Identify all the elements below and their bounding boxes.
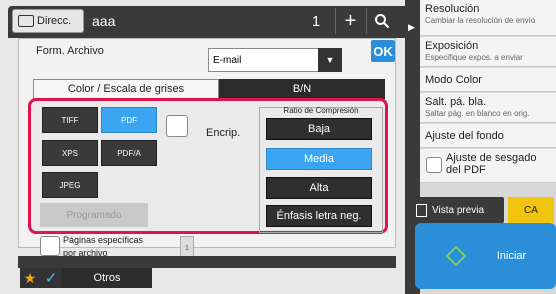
sidebar-item-title: Resolución [425, 3, 480, 15]
sidebar-item-title: Ajuste del fondo [425, 130, 504, 142]
sidebar-item-sesgado[interactable]: Ajuste de sesgado del PDF [420, 149, 556, 183]
direccion-label: Direcc. [37, 15, 72, 27]
sidebar-item-title: Exposición [425, 40, 479, 52]
vista-previa-button[interactable]: Vista previa [410, 197, 504, 223]
sidebar-item-sub: Especifique expos. a enviar [425, 53, 523, 62]
sidebar-item-modo-color[interactable]: Modo Color [420, 68, 556, 92]
sidebar-item-sub: Saltar pág. en blanco en orig. [425, 109, 530, 118]
pages-label-line1: Páginas específicas [63, 235, 144, 245]
compression-baja-button[interactable]: Baja [266, 118, 372, 140]
search-button[interactable] [366, 8, 396, 34]
sidebar-item-exposicion[interactable]: Exposición Especifique expos. a enviar [420, 37, 556, 67]
form-archivo-label: Form. Archivo [36, 45, 104, 57]
sidebar-item-resolucion[interactable]: Resolución Cambiar la resolución de enví… [420, 0, 556, 36]
encrypt-checkbox[interactable] [166, 115, 188, 137]
format-jpeg-button[interactable]: JPEG [42, 172, 98, 198]
programado-button[interactable]: Programado [40, 203, 148, 227]
ok-button[interactable]: OK [371, 40, 395, 62]
compression-media-button[interactable]: Media [266, 148, 372, 170]
vista-previa-label: Vista previa [432, 204, 485, 216]
destination-count: 1 [311, 12, 321, 30]
star-icon[interactable]: ★ [20, 268, 40, 288]
tab-bn[interactable]: B/N [219, 79, 385, 99]
check-icon[interactable]: ✓ [40, 268, 62, 288]
dropdown-arrow-icon[interactable]: ▼ [318, 48, 342, 72]
sidebar-item-title: Salt. pá. bla. [425, 96, 487, 108]
sidebar-item-title: Modo Color [425, 74, 482, 86]
pages-per-file-checkbox[interactable] [40, 236, 60, 256]
format-xps-button[interactable]: XPS [42, 140, 98, 166]
format-tiff-button[interactable]: TIFF [42, 107, 98, 133]
sidebar-item-title: Ajuste de sesgado del PDF [446, 152, 537, 176]
search-icon [374, 14, 389, 29]
sidebar-item-sub: Cambiar la resolución de envío [425, 16, 536, 25]
sidebar-item-salt-pag[interactable]: Salt. pá. bla. Saltar pág. en blanco en … [420, 93, 556, 123]
direccion-button[interactable]: Direcc. [12, 9, 84, 33]
address-book-icon [18, 15, 34, 27]
add-destination-button[interactable]: + [335, 8, 365, 34]
compression-enfasis-button[interactable]: Énfasis letra neg. [266, 205, 372, 227]
sidebar-item-ajuste-fondo[interactable]: Ajuste del fondo [420, 124, 556, 148]
format-pdf-button[interactable]: PDF [101, 107, 157, 133]
format-pdfa-button[interactable]: PDF/A [101, 140, 157, 166]
start-icon [445, 245, 467, 267]
collapse-arrow-icon: ▶ [408, 22, 415, 32]
compression-alta-button[interactable]: Alta [266, 177, 372, 199]
preview-icon [416, 203, 427, 217]
compression-title: Ratio de Compresión [283, 106, 359, 115]
iniciar-label: Iniciar [496, 250, 527, 262]
iniciar-button[interactable]: Iniciar [415, 223, 556, 289]
bottom-bar [18, 256, 396, 268]
sesgado-checkbox[interactable] [426, 157, 442, 173]
destination-field[interactable]: aaa [86, 9, 291, 33]
otros-button[interactable]: Otros [62, 268, 152, 288]
tab-color-grises[interactable]: Color / Escala de grises [33, 79, 219, 99]
encrip-label: Encrip. [206, 127, 241, 139]
ca-button[interactable]: CA [508, 197, 554, 223]
plus-icon: + [344, 9, 357, 32]
